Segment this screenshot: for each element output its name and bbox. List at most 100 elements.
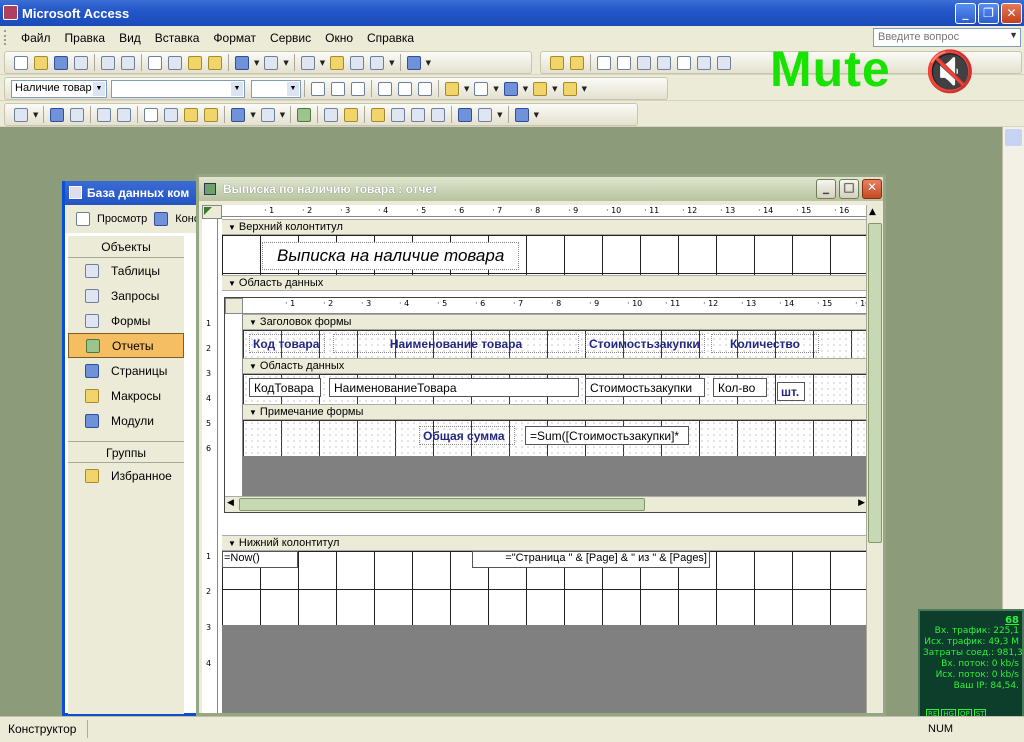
control-wizards-icon[interactable] <box>570 55 584 70</box>
menu-tools[interactable]: Сервис <box>263 31 318 45</box>
scroll-up-icon[interactable] <box>1005 129 1022 146</box>
field-product-name[interactable]: НаименованиеТовара <box>329 378 579 397</box>
properties-icon[interactable] <box>411 107 426 122</box>
align-right-icon[interactable] <box>418 81 432 96</box>
subform-section-bar-detail[interactable]: Область данных <box>243 358 866 374</box>
section-bar-detail[interactable]: Область данных <box>222 275 866 291</box>
subform-section-bar-form-header[interactable]: Заголовок формы <box>243 314 866 330</box>
groups-item-favorites[interactable]: Избранное <box>68 463 184 488</box>
field-list-icon[interactable] <box>330 55 345 70</box>
report-vertical-scrollbar[interactable]: ▲ <box>866 205 883 713</box>
scroll-right-icon[interactable]: ▶ <box>858 498 865 508</box>
option-button-icon[interactable] <box>677 55 691 70</box>
ruler-corner[interactable] <box>202 205 222 219</box>
fill-color-icon[interactable] <box>445 81 459 96</box>
open-icon[interactable] <box>34 55 48 70</box>
menu-edit[interactable]: Правка <box>58 31 113 45</box>
report-close-button[interactable]: ✕ <box>862 179 882 199</box>
copy-icon[interactable] <box>168 55 182 70</box>
save-icon[interactable] <box>50 107 65 122</box>
objects-item-macros[interactable]: Макросы <box>68 383 184 408</box>
menu-insert[interactable]: Вставка <box>148 31 207 45</box>
line-color-icon[interactable] <box>503 81 518 96</box>
menu-view[interactable]: Вид <box>112 31 148 45</box>
code-icon[interactable] <box>391 107 406 122</box>
menu-help[interactable]: Справка <box>360 31 421 45</box>
chevron-down-icon[interactable]: ▼ <box>1009 30 1018 40</box>
chevron-down-icon[interactable]: ▼ <box>582 85 587 93</box>
textbox-tool-icon[interactable] <box>617 55 631 70</box>
report-maximize-button[interactable]: □ <box>839 179 859 199</box>
chevron-down-icon[interactable]: ▼ <box>33 111 38 119</box>
objects-item-pages[interactable]: Страницы <box>68 358 184 383</box>
option-group-icon[interactable] <box>637 55 651 70</box>
objects-item-forms[interactable]: Формы <box>68 308 184 333</box>
combo-box-icon[interactable] <box>717 55 731 70</box>
help-icon[interactable] <box>406 55 421 70</box>
font-name-select[interactable]: ▼ <box>111 79 245 98</box>
ask-question-input[interactable]: Введите вопрос ▼ <box>873 28 1021 47</box>
print-icon[interactable] <box>101 55 115 70</box>
save-icon[interactable] <box>54 55 68 70</box>
database-window-icon[interactable] <box>458 107 473 122</box>
paste-icon[interactable] <box>184 107 199 122</box>
field-total-sum-expression[interactable]: =Sum([Стоимостьзакупки]* <box>525 426 689 445</box>
section-bar-page-footer[interactable]: Нижний колонтитул <box>222 535 866 551</box>
chevron-down-icon[interactable]: ▼ <box>497 111 502 119</box>
chevron-down-icon[interactable]: ▼ <box>534 111 539 119</box>
field-page-number[interactable]: ="Страница " & [Page] & " из " & [Pages] <box>472 551 710 568</box>
build-icon[interactable] <box>431 107 446 122</box>
field-now[interactable]: =Now() <box>222 551 298 568</box>
objects-item-queries[interactable]: Запросы <box>68 283 184 308</box>
autoformat-icon[interactable] <box>370 55 385 70</box>
view-icon[interactable] <box>300 55 315 70</box>
file-search-icon[interactable] <box>70 107 85 122</box>
label-quantity[interactable]: Количество <box>711 334 819 353</box>
report-scroll-thumb[interactable] <box>868 223 882 543</box>
redo-icon[interactable] <box>260 107 275 122</box>
chevron-down-icon[interactable]: ▼ <box>389 59 394 67</box>
file-search-icon[interactable] <box>74 55 88 70</box>
scroll-up-icon[interactable]: ▲ <box>869 207 876 217</box>
autoformat-icon[interactable] <box>371 107 386 122</box>
restore-button[interactable]: ❐ <box>978 3 999 24</box>
label-product-code[interactable]: Код товара <box>249 334 325 353</box>
help-icon[interactable] <box>514 107 529 122</box>
menu-window[interactable]: Окно <box>318 31 360 45</box>
preview-button[interactable]: Просмотр <box>97 213 147 225</box>
copy-icon[interactable] <box>164 107 179 122</box>
report-minimize-button[interactable]: _ <box>816 179 836 199</box>
chevron-down-icon[interactable]: ▼ <box>231 81 243 96</box>
undo-icon[interactable] <box>231 107 246 122</box>
hyperlink-icon[interactable] <box>297 107 312 122</box>
view-icon[interactable] <box>14 107 28 122</box>
toolbox-icon[interactable] <box>350 55 365 70</box>
chevron-down-icon[interactable]: ▼ <box>320 59 325 67</box>
format-painter-icon[interactable] <box>204 107 219 122</box>
paste-icon[interactable] <box>188 55 202 70</box>
bold-icon[interactable] <box>311 81 325 96</box>
field-list-icon[interactable] <box>324 107 339 122</box>
chevron-down-icon[interactable]: ▼ <box>493 85 498 93</box>
label-total-sum[interactable]: Общая сумма <box>419 426 515 445</box>
font-color-icon[interactable] <box>474 81 489 96</box>
label-units[interactable]: шт. <box>777 382 805 401</box>
toggle-button-icon[interactable] <box>657 55 671 70</box>
objects-header[interactable]: Объекты <box>68 236 184 258</box>
font-size-select[interactable]: ▼ <box>251 79 301 98</box>
chevron-down-icon[interactable]: ▼ <box>464 85 469 93</box>
chevron-down-icon[interactable]: ▼ <box>93 81 105 96</box>
subform-section-bar-form-footer[interactable]: Примечание формы <box>243 404 866 420</box>
italic-icon[interactable] <box>331 81 345 96</box>
objects-item-reports[interactable]: Отчеты <box>68 333 184 358</box>
cut-icon[interactable] <box>144 107 159 122</box>
subform-horizontal-scrollbar[interactable]: ◀ ▶ <box>225 496 866 512</box>
chevron-down-icon[interactable]: ▼ <box>523 85 528 93</box>
report-design-surface[interactable]: · 1 · 2 · 3 · 4 · 5 · 6 · 7 · 8 · 9 · 10 · 11 · 12 ·… <box>202 205 866 713</box>
close-button[interactable]: ✕ <box>1001 3 1022 24</box>
checkbox-tool-icon[interactable] <box>697 55 711 70</box>
align-left-icon[interactable] <box>378 81 392 96</box>
chevron-down-icon[interactable]: ▼ <box>426 59 431 67</box>
cut-icon[interactable] <box>148 55 162 70</box>
menu-file[interactable]: Файл <box>14 31 58 45</box>
